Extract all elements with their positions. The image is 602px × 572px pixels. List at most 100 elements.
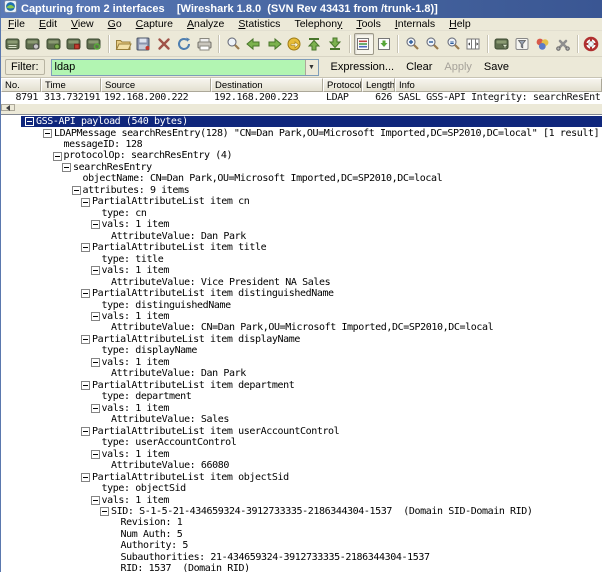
tree-row[interactable]: GSS-API payload (540 bytes) <box>1 116 602 127</box>
tree-row[interactable]: type: objectSid <box>1 483 602 494</box>
go-forward-button[interactable] <box>264 33 284 55</box>
preferences-button[interactable] <box>553 33 573 55</box>
reload-button[interactable] <box>174 33 194 55</box>
tree-row[interactable]: LDAPMessage searchResEntry(128) "CN=Dan … <box>1 127 602 138</box>
menu-help[interactable]: Help <box>442 18 478 31</box>
tree-row[interactable]: PartialAttributeList item userAccountCon… <box>1 426 602 437</box>
tree-collapse-icon[interactable] <box>91 312 100 321</box>
find-packet-button[interactable] <box>223 33 243 55</box>
coloring-rules-button[interactable] <box>533 33 553 55</box>
tree-collapse-icon[interactable] <box>81 243 90 252</box>
go-to-top-button[interactable] <box>305 33 325 55</box>
display-filter-button[interactable] <box>512 33 532 55</box>
tree-row[interactable]: type: distinguishedName <box>1 300 602 311</box>
tree-row[interactable]: Authority: 5 <box>1 540 602 551</box>
filter-input[interactable] <box>52 60 305 75</box>
tree-row[interactable]: PartialAttributeList item cn <box>1 196 602 207</box>
tree-row[interactable]: type: cn <box>1 208 602 219</box>
filter-dropdown-icon[interactable]: ▼ <box>305 60 318 75</box>
print-button[interactable] <box>195 33 215 55</box>
tree-row[interactable]: protocolOp: searchResEntry (4) <box>1 150 602 161</box>
tree-row[interactable]: AttributeValue: Dan Park <box>1 368 602 379</box>
tree-row[interactable]: PartialAttributeList item distinguishedN… <box>1 288 602 299</box>
help-button[interactable] <box>582 33 602 55</box>
packet-cell-info[interactable]: SASL GSS-API Integrity: searchResEnt <box>395 92 602 103</box>
tree-row[interactable]: AttributeValue: 66080 <box>1 460 602 471</box>
packet-cell-time[interactable]: 313.732191 <box>41 92 101 103</box>
tree-row[interactable]: Revision: 1 <box>1 517 602 528</box>
tree-row[interactable]: PartialAttributeList item objectSid <box>1 472 602 483</box>
tree-row[interactable]: PartialAttributeList item title <box>1 242 602 253</box>
tree-collapse-icon[interactable] <box>81 473 90 482</box>
tree-collapse-icon[interactable] <box>91 266 100 275</box>
packet-cell-length[interactable]: 626 <box>362 92 395 103</box>
menu-file[interactable]: File <box>1 18 32 31</box>
tree-row[interactable]: PartialAttributeList item displayName <box>1 334 602 345</box>
resize-columns-button[interactable] <box>464 33 484 55</box>
zoom-out-button[interactable] <box>423 33 443 55</box>
filter-expression-button[interactable]: Expression... <box>325 60 401 74</box>
tree-row[interactable]: Subauthorities: 21-434659324-3912733335-… <box>1 552 602 563</box>
tree-row[interactable]: type: displayName <box>1 345 602 356</box>
tree-collapse-icon[interactable] <box>91 496 100 505</box>
packet-cell-destination[interactable]: 192.168.200.223 <box>211 92 323 103</box>
menu-statistics[interactable]: Statistics <box>231 18 287 31</box>
go-to-bottom-button[interactable] <box>325 33 345 55</box>
tree-collapse-icon[interactable] <box>25 117 34 126</box>
capture-start-button[interactable] <box>44 33 64 55</box>
column-header-length[interactable]: Length <box>362 78 395 92</box>
tree-collapse-icon[interactable] <box>91 358 100 367</box>
column-header-protocol[interactable]: Protocol <box>323 78 362 92</box>
filter-apply-button[interactable]: Apply <box>438 60 478 74</box>
tree-collapse-icon[interactable] <box>81 381 90 390</box>
go-to-packet-button[interactable] <box>284 33 304 55</box>
column-header-info[interactable]: Info <box>395 78 602 92</box>
open-file-button[interactable] <box>113 33 133 55</box>
tree-row[interactable]: searchResEntry <box>1 162 602 173</box>
tree-row[interactable]: vals: 1 item <box>1 403 602 414</box>
packet-cell-source[interactable]: 192.168.200.222 <box>101 92 211 103</box>
tree-row[interactable]: PartialAttributeList item department <box>1 380 602 391</box>
column-header-destination[interactable]: Destination <box>211 78 323 92</box>
tree-collapse-icon[interactable] <box>53 152 62 161</box>
menu-internals[interactable]: Internals <box>388 18 442 31</box>
tree-collapse-icon[interactable] <box>43 129 52 138</box>
tree-row[interactable]: vals: 1 item <box>1 449 602 460</box>
tree-row[interactable]: RID: 1537 (Domain RID) <box>1 563 602 572</box>
tree-collapse-icon[interactable] <box>91 220 100 229</box>
tree-row[interactable]: attributes: 9 items <box>1 185 602 196</box>
capture-restart-button[interactable] <box>85 33 105 55</box>
list-interfaces-button[interactable] <box>3 33 23 55</box>
tree-collapse-icon[interactable] <box>91 404 100 413</box>
zoom-100-button[interactable] <box>443 33 463 55</box>
packet-cell-protocol[interactable]: LDAP <box>323 92 362 103</box>
save-file-button[interactable] <box>133 33 153 55</box>
packet-list-hscrollbar[interactable] <box>1 103 602 111</box>
tree-row[interactable]: AttributeValue: Dan Park <box>1 231 602 242</box>
filter-button[interactable]: Filter: <box>5 59 45 75</box>
menu-go[interactable]: Go <box>101 18 129 31</box>
tree-row[interactable]: AttributeValue: Vice President NA Sales <box>1 277 602 288</box>
capture-stop-button[interactable] <box>64 33 84 55</box>
close-file-button[interactable] <box>154 33 174 55</box>
tree-collapse-icon[interactable] <box>100 507 109 516</box>
auto-scroll-button[interactable] <box>374 33 394 55</box>
tree-row[interactable]: type: title <box>1 254 602 265</box>
tree-collapse-icon[interactable] <box>81 427 90 436</box>
menu-capture[interactable]: Capture <box>129 18 180 31</box>
tree-collapse-icon[interactable] <box>81 289 90 298</box>
tree-row[interactable]: vals: 1 item <box>1 311 602 322</box>
menu-telephony[interactable]: Telephony <box>287 18 349 31</box>
packet-cell-no[interactable]: 8791 <box>1 92 41 103</box>
capture-filter-button[interactable] <box>492 33 512 55</box>
tree-row[interactable]: SID: S-1-5-21-434659324-3912733335-21863… <box>1 506 602 517</box>
column-header-source[interactable]: Source <box>101 78 211 92</box>
tree-row[interactable]: vals: 1 item <box>1 265 602 276</box>
tree-row[interactable]: vals: 1 item <box>1 219 602 230</box>
tree-row[interactable]: Num Auth: 5 <box>1 529 602 540</box>
tree-row[interactable]: messageID: 128 <box>1 139 602 150</box>
tree-row[interactable]: type: userAccountControl <box>1 437 602 448</box>
filter-save-button[interactable]: Save <box>478 60 515 74</box>
tree-collapse-icon[interactable] <box>91 450 100 459</box>
menu-analyze[interactable]: Analyze <box>180 18 231 31</box>
